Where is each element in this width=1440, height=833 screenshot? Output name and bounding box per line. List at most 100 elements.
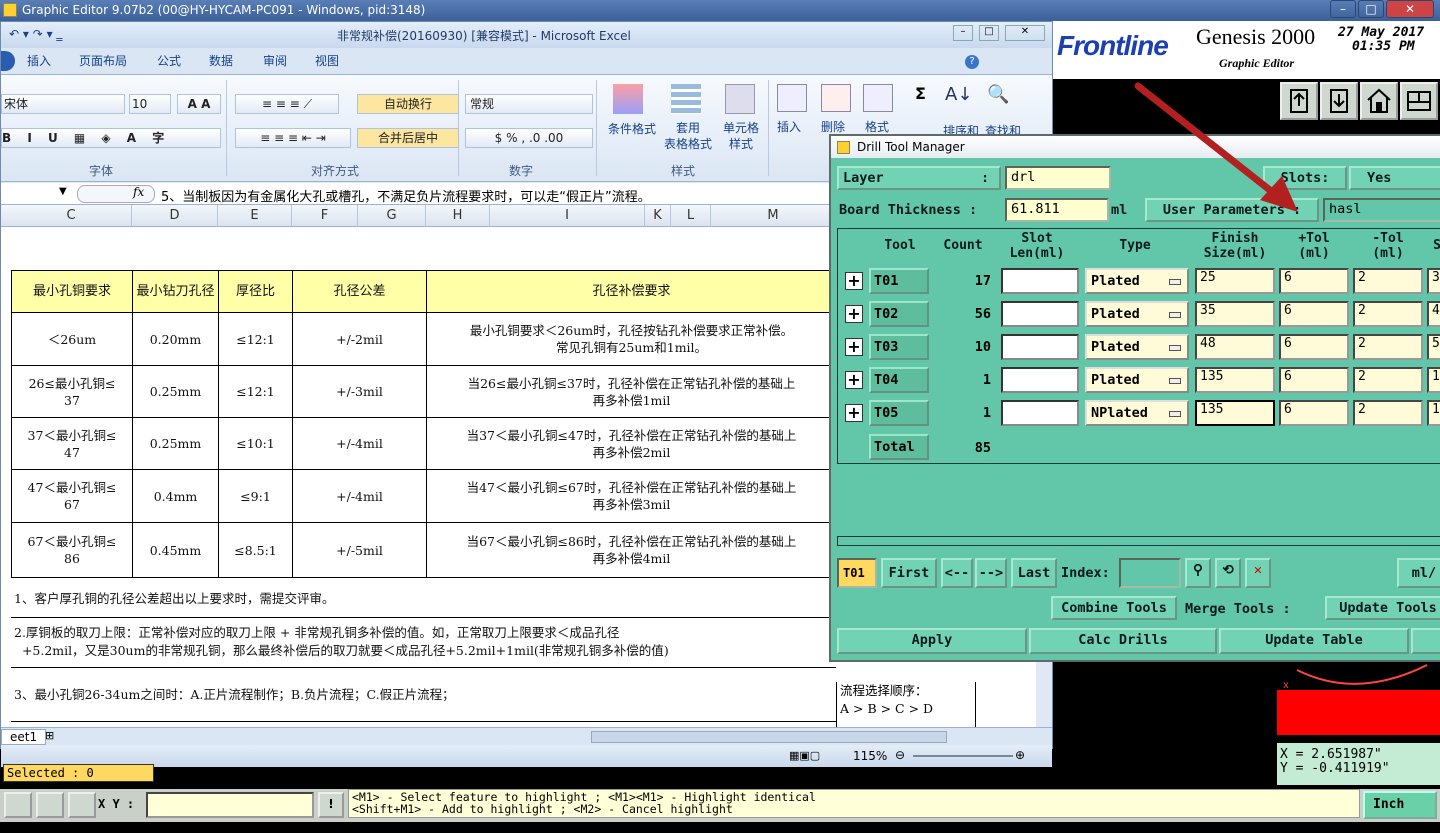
expand-icon[interactable]: + [845,272,863,290]
expand-icon[interactable]: + [845,371,863,389]
sheet-tab[interactable]: eet1 [1,729,47,745]
slot-length-input[interactable] [1001,367,1079,393]
maximize-button[interactable]: □ [1358,0,1384,18]
table-cell[interactable]: ＜26um [11,312,133,366]
close-button[interactable]: ✕ [1386,0,1434,18]
window-layout-icon[interactable] [1400,82,1438,120]
units-dropdown[interactable]: Inch [1363,791,1437,819]
grid-icon[interactable] [68,792,96,818]
merge-center-button[interactable]: 合并后居中 [357,128,459,148]
tool-type-select[interactable]: Plated [1085,301,1189,327]
apply-button[interactable]: Apply [837,628,1027,654]
excel-close-button[interactable]: ✕ [1005,25,1045,41]
extra-column-input[interactable]: 1 [1427,400,1440,426]
zoom-slider[interactable] [913,755,1013,757]
plus-tol-input[interactable]: 6 [1279,268,1349,294]
minus-tol-input[interactable]: 2 [1353,268,1423,294]
qat-undo-icon[interactable]: ↶ ▾ ↷ ▾ ‗ [9,27,62,41]
finish-size-input[interactable]: 135 [1195,367,1275,393]
update-tools-button[interactable]: Update Tools [1325,596,1440,620]
table-cell[interactable]: 0.4mm [132,469,219,523]
office-button[interactable] [1,51,15,71]
table-cell[interactable]: 当37＜最小孔铜≤47时，孔径补偿在正常钻孔补偿的基础上 再多补偿2mil [426,417,837,470]
expand-icon[interactable]: + [845,338,863,356]
minus-tol-input[interactable]: 2 [1353,400,1423,426]
index-input[interactable] [1119,558,1181,588]
table-cell[interactable]: 0.45mm [132,522,219,578]
home-icon[interactable] [1360,82,1398,120]
new-sheet-icon[interactable]: ⊞ [45,729,54,742]
tab-review[interactable]: 审阅 [263,52,287,69]
expand-icon[interactable]: + [845,404,863,422]
refresh-icon[interactable]: ⟲ [1215,558,1241,588]
calc-drills-button[interactable]: Calc Drills [1029,628,1217,654]
font-grow-shrink-icon[interactable]: A A [177,94,221,114]
table-cell[interactable]: +/-4mil [292,469,427,523]
minus-tol-input[interactable]: 2 [1353,301,1423,327]
view-mode-icons[interactable]: ▦▣▢ [789,749,820,762]
process-order-cell[interactable]: 流程选择顺序： A > B > C > D [836,682,976,727]
number-format-select[interactable]: 常规 [465,94,593,114]
delete-cells-button[interactable]: 删除 [821,118,845,135]
user-parameters-input[interactable]: hasl [1323,198,1440,222]
format-cells-button[interactable]: 格式 [865,118,889,135]
horizontal-scrollbar[interactable] [591,731,947,743]
formula-input[interactable]: 5、当制板因为有金属化大孔或槽孔，不满足负片流程要求时，可以走“假正片”流程。 [161,186,651,205]
table-cell[interactable]: 当67＜最小孔铜≤86时，孔径补偿在正常钻孔补偿的基础上 再多补偿4mil [426,522,837,578]
tool-type-select[interactable]: Plated [1085,268,1189,294]
column-header[interactable]: I [490,205,645,227]
sort-filter-icon[interactable]: A↓ [945,84,972,105]
save-job-icon[interactable] [1320,82,1358,120]
note-1[interactable]: 1、客户厚孔铜的孔径公差超出以上要求时，需提交评审。 [11,580,836,618]
table-cell[interactable]: ≤12:1 [218,365,293,418]
table-cell[interactable]: +/-4mil [292,417,427,470]
column-header[interactable]: H [426,205,490,227]
note-2[interactable]: 2.厚铜板的取刀上限：正常补偿对应的取刀上限 + 非常规孔铜多补偿的值。如，正常… [11,618,836,668]
prev-button[interactable]: <-- [941,558,973,588]
excel-restore-button[interactable]: □ [979,25,999,41]
snap-icon[interactable] [36,792,64,818]
table-cell[interactable]: ≤8.5:1 [218,522,293,578]
table-cell[interactable]: 0.20mm [132,312,219,366]
layer-input[interactable]: drl [1005,166,1111,190]
excel-min-button[interactable]: – [953,25,973,41]
tab-insert[interactable]: 插入 [27,52,51,69]
find-select-icon[interactable]: 🔍 [987,84,1009,105]
plus-tol-input[interactable]: 6 [1279,301,1349,327]
plus-tol-input[interactable]: 6 [1279,334,1349,360]
autosum-icon[interactable]: Σ [915,84,926,103]
slot-length-input[interactable] [1001,301,1079,327]
column-header[interactable]: F [292,205,358,227]
tab-page-layout[interactable]: 页面布局 [79,52,127,69]
tool-type-select[interactable]: NPlated [1085,400,1189,426]
font-size-select[interactable]: 10 [129,94,171,114]
update-table-button[interactable]: Update Table [1219,628,1409,654]
finish-size-input[interactable]: 35 [1195,301,1275,327]
finish-size-input[interactable]: 48 [1195,334,1275,360]
table-cell[interactable]: 37＜最小孔铜≤ 47 [11,417,133,470]
table-cell[interactable]: +/-5mil [292,522,427,578]
header-cell[interactable]: 孔径补偿要求 [426,270,837,313]
zoom-out-icon[interactable]: ⊖ [895,748,905,762]
next-button[interactable]: --> [975,558,1007,588]
xy-input[interactable] [146,792,314,818]
header-cell[interactable]: 最小钻刀孔径 [132,270,219,313]
zoom-in-icon[interactable]: ⊕ [1015,748,1025,762]
extra-column-input[interactable]: 3 [1427,268,1440,294]
tool-name[interactable]: T02 [869,301,929,327]
column-header[interactable]: C [11,205,132,227]
table-cell[interactable]: 最小孔铜要求＜26um时，孔径按钻孔补偿要求正常补偿。 常见孔铜有25um和1m… [426,312,837,366]
help-icon[interactable]: ? [965,55,979,69]
tool-type-select[interactable]: Plated [1085,334,1189,360]
first-button[interactable]: First [881,558,937,588]
table-cell[interactable]: 0.25mm [132,365,219,418]
table-cell[interactable]: 26≤最小孔铜≤ 37 [11,365,133,418]
table-cell[interactable]: +/-2mil [292,312,427,366]
column-header[interactable]: D [132,205,218,227]
table-cell[interactable]: ≤9:1 [218,469,293,523]
font-name-select[interactable]: 宋体 [1,94,125,114]
extra-column-input[interactable]: 4 [1427,301,1440,327]
last-button[interactable]: Last [1011,558,1057,588]
note-3[interactable]: 3、最小孔铜26-34um之间时：A.正片流程制作；B.负片流程；C.假正片流程… [11,668,836,722]
number-format-icons[interactable]: $ % , .0 .00 [465,128,593,148]
